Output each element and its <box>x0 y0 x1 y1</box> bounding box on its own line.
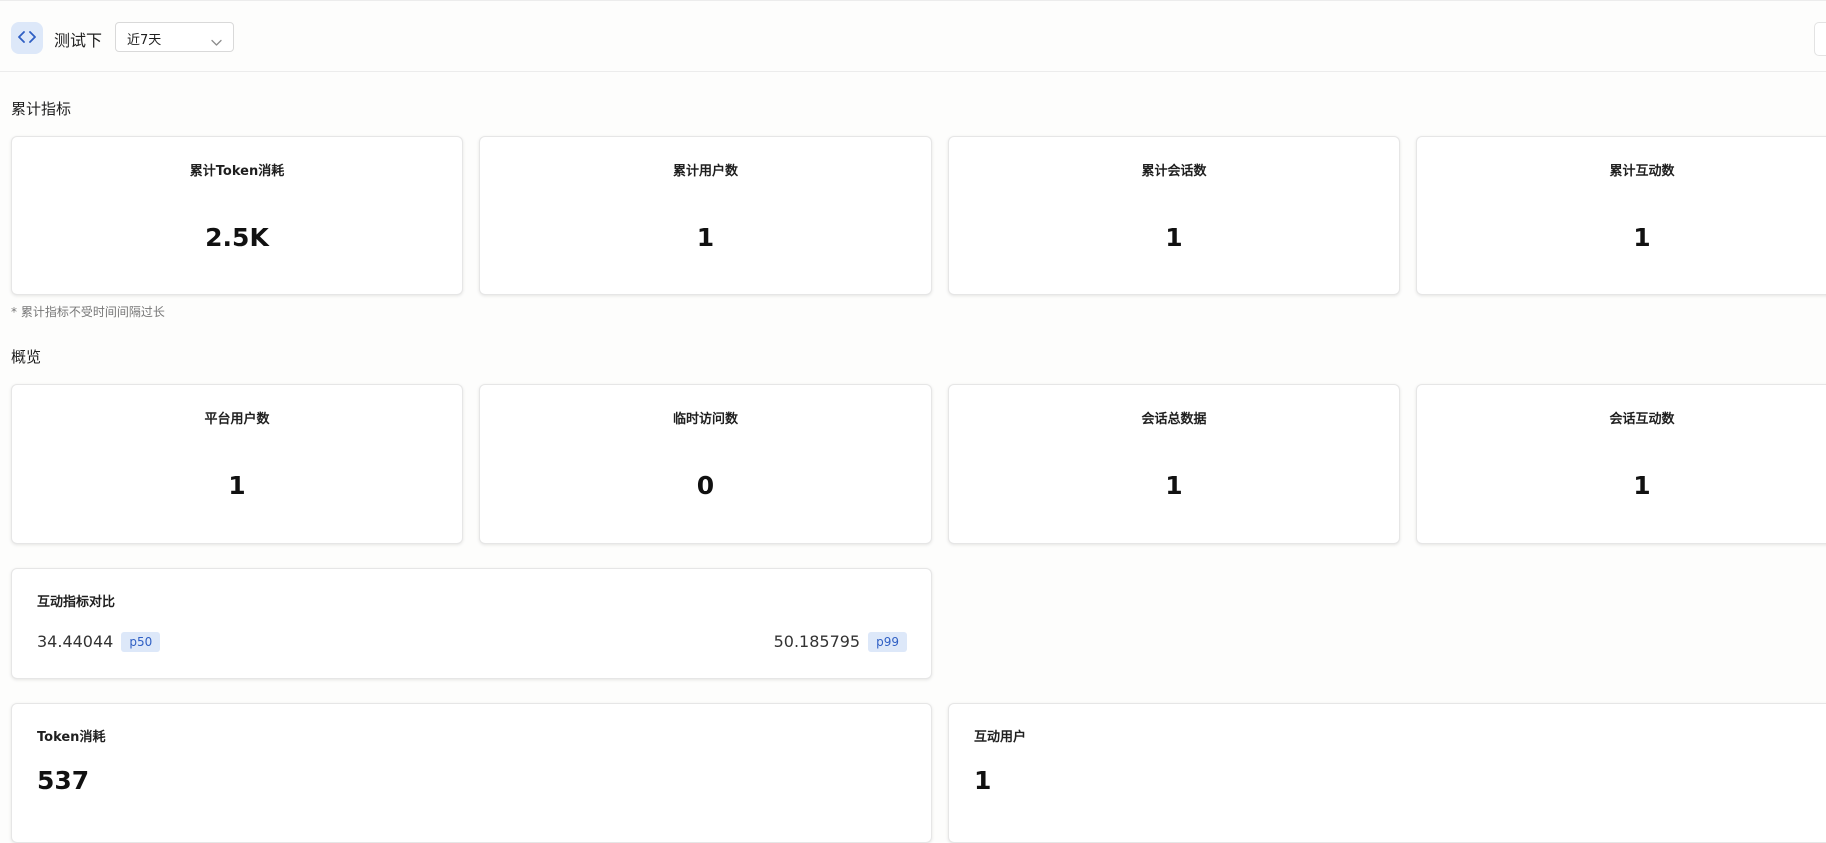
platform-users-card: 平台用户数 1 <box>11 384 463 544</box>
token-consumption-card: Token消耗 537 <box>11 703 932 843</box>
stat-value: 1 <box>228 471 246 500</box>
stat-value: 1 <box>1633 471 1651 500</box>
cumulative-token-card: 累计Token消耗 2.5K <box>11 136 463 295</box>
period-select-value: 近7天 <box>127 33 162 48</box>
stat-value: 1 <box>1165 471 1183 500</box>
overview-section-title: 概览 <box>11 348 42 366</box>
header-right-button[interactable] <box>1814 22 1826 56</box>
stat-label: 平台用户数 <box>204 412 270 427</box>
p50-metric: 34.44044 p50 <box>37 632 161 652</box>
chevron-down-icon <box>211 32 222 51</box>
p99-value: 50.185795 <box>773 632 861 651</box>
p50-badge: p50 <box>121 632 161 652</box>
stat-label: 累计用户数 <box>672 164 738 179</box>
header-bar: 测试下 近7天 <box>0 0 1826 72</box>
p99-badge: p99 <box>868 632 907 652</box>
interaction-users-card: 互动用户 1 <box>948 703 1826 843</box>
stat-label: 会话总数据 <box>1141 412 1207 427</box>
interact-users-title: 互动用户 <box>974 730 1027 745</box>
stat-value: 0 <box>696 471 715 500</box>
stat-label: 临时访问数 <box>672 412 738 427</box>
cumulative-section-title: 累计指标 <box>11 100 72 118</box>
stat-value: 1 <box>1633 223 1651 252</box>
session-total-card: 会话总数据 1 <box>948 384 1400 544</box>
cumulative-sessions-card: 累计会话数 1 <box>948 136 1400 295</box>
app-name: 测试下 <box>54 31 103 50</box>
stat-value: 2.5K <box>205 223 269 252</box>
stat-value: 1 <box>696 223 715 252</box>
comparison-title: 互动指标对比 <box>37 595 116 610</box>
token-panel-title: Token消耗 <box>37 730 106 745</box>
toggle-code-button[interactable] <box>11 22 43 54</box>
code-brackets-icon <box>18 29 36 48</box>
stat-label: 累计会话数 <box>1141 164 1207 179</box>
token-panel-value: 537 <box>37 766 90 795</box>
cumulative-interactions-card: 累计互动数 1 <box>1416 136 1826 295</box>
p99-metric: 50.185795 p99 <box>774 632 907 652</box>
stat-value: 1 <box>1165 223 1183 252</box>
interact-users-value: 1 <box>974 766 992 795</box>
session-interactions-card: 会话互动数 1 <box>1416 384 1826 544</box>
p50-value: 34.44044 <box>37 632 114 651</box>
stat-label: 累计互动数 <box>1609 164 1675 179</box>
stat-label: 累计Token消耗 <box>189 164 285 179</box>
temp-visits-card: 临时访问数 0 <box>479 384 932 544</box>
cumulative-users-card: 累计用户数 1 <box>479 136 932 295</box>
period-select[interactable]: 近7天 <box>115 22 234 52</box>
cumulative-note: * 累计指标不受时间间隔过长 <box>11 305 165 319</box>
interaction-comparison-card: 互动指标对比 34.44044 p50 50.185795 p99 <box>11 568 932 679</box>
stat-label: 会话互动数 <box>1609 412 1675 427</box>
